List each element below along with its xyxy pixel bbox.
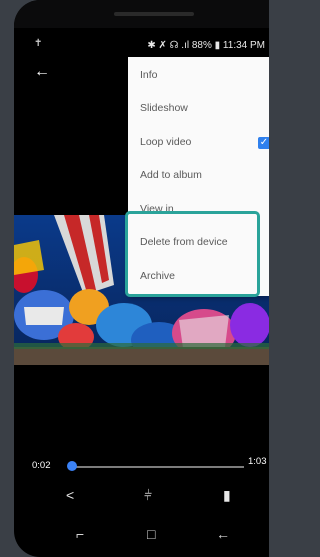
back-nav-icon[interactable]: ← [216, 526, 230, 542]
back-arrow-icon[interactable]: ← [34, 63, 50, 81]
status-indicators: ✱ ✗ ☊ .ıl 88% ▮ 11:34 PM [147, 40, 265, 51]
menu-item-slideshow[interactable]: Slideshow [140, 102, 188, 114]
recent-apps-icon[interactable]: ⌐ [76, 526, 84, 542]
system-nav-bar: ⌐ □ ← [0, 518, 269, 550]
trash-icon[interactable]: ▮ [223, 487, 231, 504]
home-icon[interactable]: □ [147, 526, 155, 542]
menu-item-add-to-album[interactable]: Add to album [140, 169, 202, 181]
phone-bezel [14, 0, 269, 28]
bottom-actions: < ⫩ ▮ [0, 483, 269, 509]
share-icon[interactable]: < [66, 487, 74, 503]
menu-item-info[interactable]: Info [140, 69, 158, 81]
total-time: 1:03 [248, 456, 267, 467]
speaker-grille [114, 12, 194, 16]
current-time: 0:02 [32, 460, 51, 471]
status-bar: ✝ ✱ ✗ ☊ .ıl 88% ▮ 11:34 PM [14, 34, 269, 56]
seek-bar-track[interactable] [72, 466, 244, 468]
video-timeline: 0:02 1:03 [0, 452, 269, 476]
menu-item-loop-video[interactable]: Loop video [140, 136, 191, 148]
accessibility-icon: ✝ [34, 38, 43, 49]
loop-video-checkbox[interactable]: ✓ [258, 137, 269, 149]
highlight-frame [125, 211, 260, 297]
edit-sliders-icon[interactable]: ⫩ [144, 487, 152, 504]
seek-bar-thumb[interactable] [67, 461, 77, 471]
